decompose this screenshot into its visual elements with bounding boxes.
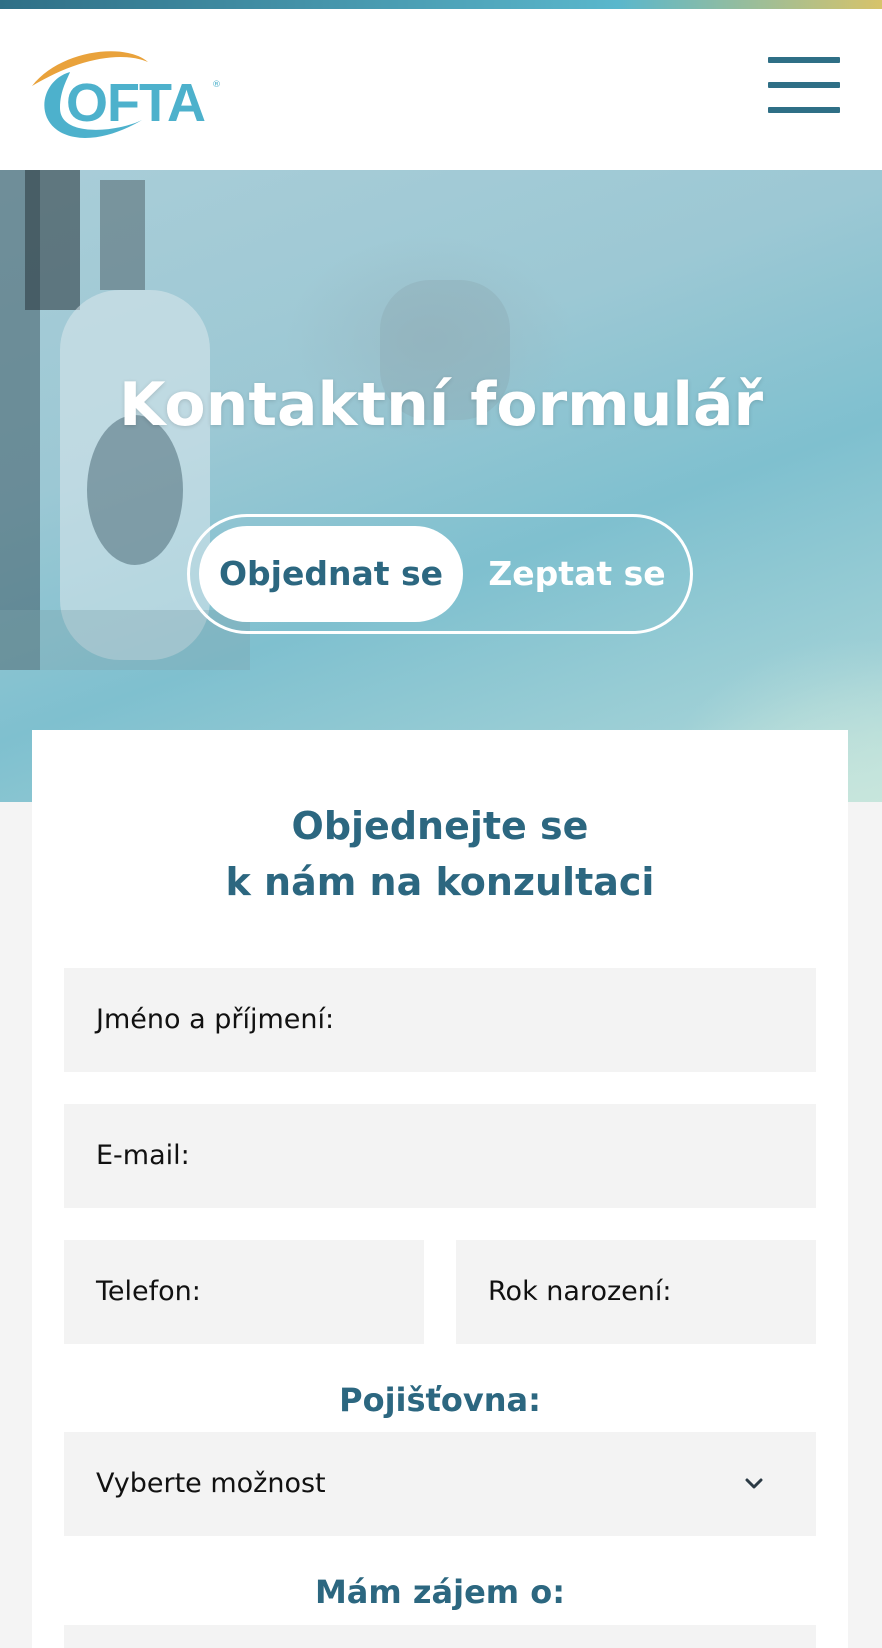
- tab-zeptat-se[interactable]: Zeptat se: [470, 526, 684, 622]
- insurance-select[interactable]: Vyberte možnost: [64, 1432, 816, 1536]
- form-heading-line2: k nám na konzultaci: [225, 860, 655, 904]
- interest-label: Mám zájem o:: [314, 1573, 566, 1611]
- hamburger-icon-bar-middle: [768, 82, 840, 88]
- insurance-selected-value: Vyberte možnost: [96, 1468, 326, 1499]
- name-field[interactable]: Jméno a příjmení:: [64, 968, 816, 1072]
- email-field[interactable]: E-mail:: [64, 1104, 816, 1208]
- page-title: Kontaktní formulář: [118, 370, 764, 440]
- contact-form-card: Objednejte se k nám na konzultaci Jméno …: [32, 730, 848, 1648]
- site-header: OFTA ®: [0, 9, 882, 170]
- hamburger-icon-bar-top: [768, 57, 840, 63]
- phone-field[interactable]: Telefon:: [64, 1240, 424, 1344]
- registered-mark: ®: [212, 80, 221, 90]
- hamburger-menu-button[interactable]: [766, 57, 840, 119]
- tab-objednat-se[interactable]: Objednat se: [199, 526, 463, 622]
- birth-year-field[interactable]: Rok narození:: [456, 1240, 816, 1344]
- interest-select[interactable]: [64, 1625, 816, 1648]
- form-heading-line1: Objednejte se: [291, 804, 589, 848]
- hero-banner: Kontaktní formulář Objednat se Zeptat se: [0, 170, 882, 802]
- hero-background-image: [0, 170, 510, 670]
- ofta-logo[interactable]: OFTA ®: [30, 42, 230, 147]
- insurance-label: Pojišťovna:: [339, 1381, 541, 1419]
- top-accent-strip: [0, 0, 882, 9]
- hamburger-icon-bar-bottom: [768, 107, 840, 113]
- logo-wordmark: OFTA: [66, 73, 206, 133]
- form-heading: Objednejte se k nám na konzultaci: [32, 798, 848, 910]
- chevron-down-icon: [745, 1478, 763, 1489]
- form-type-toggle: Objednat se Zeptat se: [187, 514, 693, 634]
